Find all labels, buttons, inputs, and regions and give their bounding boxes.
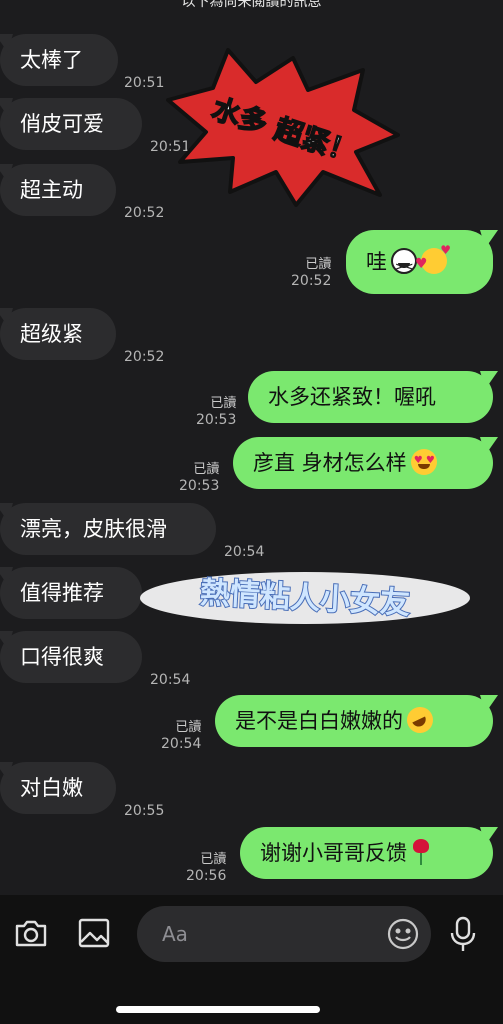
read-receipt: 已讀 [210,396,237,411]
message-outgoing: 谢谢小哥哥反馈 已讀 20:56 [182,827,493,884]
bottom-toolbar: Aa [0,895,503,1024]
message-text: 口得很爽 [20,645,104,669]
message-incoming: 对白嫩 20:55 [0,762,175,819]
message-text: 谢谢小哥哥反馈 [260,841,407,865]
message-bubble[interactable]: 彦直 身材怎么样 [233,435,493,489]
rolling-laughing-emoji [402,702,438,738]
message-text: 对白嫩 [20,776,83,800]
message-text: 彦直 身材怎么样 [253,451,407,475]
read-receipt: 已讀 [193,462,220,477]
read-receipt: 已讀 [175,720,202,735]
message-outgoing: 哇 已讀 20:52 [285,230,493,299]
message-incoming: 超主动 20:52 [0,164,175,221]
message-time: 20:52 [124,349,165,365]
message-bubble[interactable]: 值得推荐 [0,567,142,619]
message-meta: 已讀 20:54 [161,719,201,753]
banner-shape: 熱情粘人小女友 [140,572,470,624]
message-incoming: 太棒了 20:51 [0,34,175,91]
message-incoming: 值得推荐 [0,567,145,619]
message-bubble[interactable]: 谢谢小哥哥反馈 [240,827,493,879]
message-text: 俏皮可爱 [20,112,104,136]
smiley-icon[interactable] [386,917,420,955]
unread-divider-text: 以下為尚未閱讀的訊息 [181,0,322,10]
message-time: 20:53 [179,478,220,494]
message-bubble[interactable]: 太棒了 [0,34,118,86]
message-bubble[interactable]: 漂亮，皮肤很滑 [0,503,216,555]
message-bubble[interactable]: 俏皮可爱 [0,98,142,150]
sticker-burst[interactable]: 水多 超紧！ [158,40,408,210]
message-text: 水多还紧致！喔吼 [268,385,436,409]
message-text: 超级紧 [20,322,83,346]
message-outgoing: 水多还紧致！喔吼 已讀 20:53 [190,371,493,428]
message-input-placeholder: Aa [162,922,188,946]
camera-icon[interactable] [13,915,49,955]
message-outgoing: 彦直 身材怎么样 已讀 20:53 [175,435,493,494]
message-incoming: 口得很爽 20:54 [0,631,200,688]
message-input[interactable]: Aa [137,906,431,962]
grinning-squint-face-emoji [391,235,417,299]
message-time: 20:56 [186,868,227,884]
unread-divider: 以下為尚未閱讀的訊息 [0,0,503,14]
message-incoming: 漂亮，皮肤很滑 20:54 [0,503,275,560]
read-receipt: 已讀 [200,852,227,867]
home-indicator [116,1006,320,1013]
microphone-icon[interactable] [448,915,478,957]
message-time: 20:52 [291,273,332,289]
message-text: 哇 [366,250,387,274]
message-meta: 已讀 20:53 [179,461,219,495]
message-text: 是不是白白嫩嫩的 [235,709,403,733]
message-text: 超主动 [20,178,83,202]
message-time: 20:53 [196,412,237,428]
message-time: 20:54 [150,672,191,688]
message-meta: 已讀 20:52 [291,256,331,290]
message-meta: 已讀 20:53 [196,395,236,429]
message-text: 值得推荐 [20,581,104,605]
message-bubble[interactable]: 超主动 [0,164,116,216]
message-bubble[interactable]: 是不是白白嫩嫩的 [215,695,493,747]
message-time: 20:54 [161,736,202,752]
message-text: 太棒了 [20,48,83,72]
sticker-banner[interactable]: 熱情粘人小女友 [138,562,473,630]
message-bubble[interactable]: 水多还紧致！喔吼 [248,371,493,423]
message-meta: 已讀 20:56 [186,851,226,885]
message-outgoing: 是不是白白嫩嫩的 已讀 20:54 [157,695,493,752]
burst-shape: 水多 超紧！ [166,48,400,207]
message-time: 20:55 [124,803,165,819]
message-time: 20:54 [224,544,265,560]
read-receipt: 已讀 [305,257,332,272]
message-text: 漂亮，皮肤很滑 [20,517,167,541]
heart-eyes-emoji [410,435,437,487]
message-incoming: 超级紧 20:52 [0,308,175,365]
smiling-face-with-hearts-emoji [415,232,451,296]
message-bubble[interactable]: 口得很爽 [0,631,142,683]
message-bubble[interactable]: 对白嫩 [0,762,116,814]
image-icon[interactable] [76,915,112,955]
message-bubble[interactable]: 超级紧 [0,308,116,360]
rose-emoji [411,839,431,865]
message-bubble[interactable]: 哇 [346,230,493,299]
